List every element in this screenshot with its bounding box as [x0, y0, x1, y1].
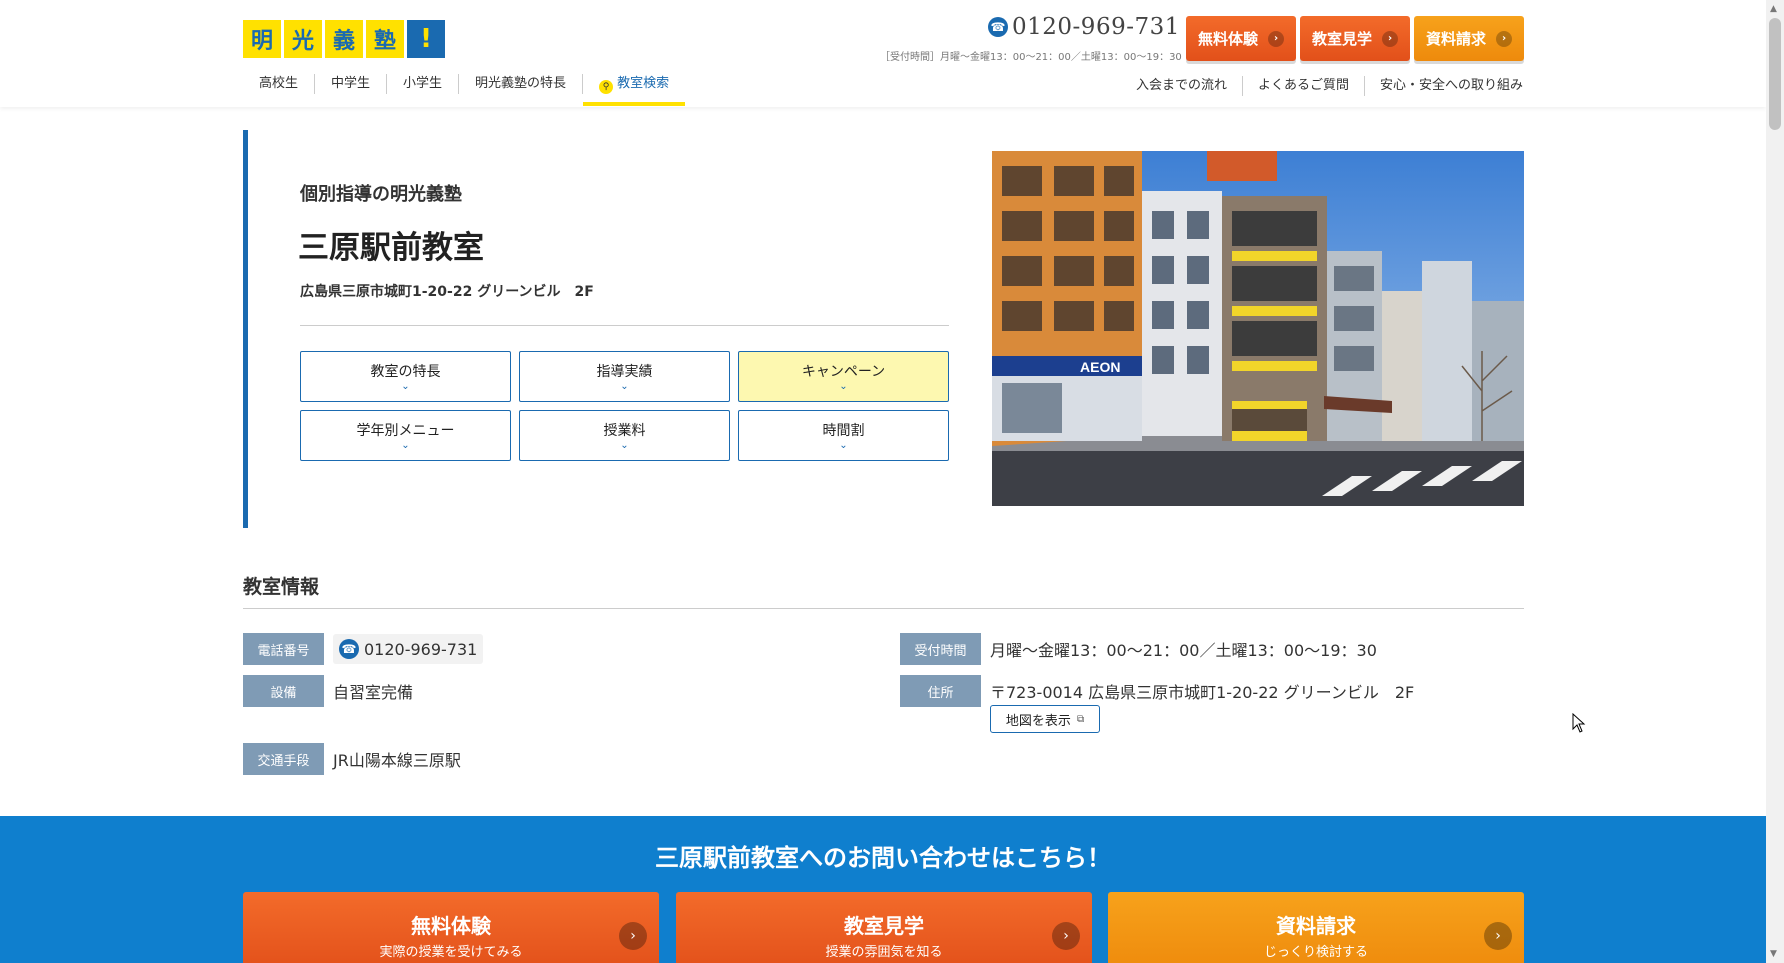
- phone-icon: ☎: [339, 639, 359, 659]
- chevron-down-icon: ⌄: [839, 381, 848, 392]
- scroll-down-arrow-icon[interactable]: ▼: [1770, 949, 1777, 959]
- anchor-label: 学年別メニュー: [356, 423, 455, 439]
- logo-char: 塾: [366, 20, 404, 58]
- chevron-right-icon: ›: [1484, 922, 1512, 950]
- chevron-right-icon: ›: [1052, 922, 1080, 950]
- free-trial-label: 無料体験: [1197, 30, 1258, 48]
- nav-item-junior-high[interactable]: 中学生: [314, 74, 386, 94]
- chevron-down-icon: ⌄: [839, 440, 848, 451]
- cta-main-label: 無料体験: [411, 914, 491, 938]
- cta-sub-label: 授業の雰囲気を知る: [825, 945, 943, 960]
- anchor-label: 教室の特長: [370, 364, 441, 380]
- cta-classroom-visit-button[interactable]: 教室見学 授業の雰囲気を知る ›: [676, 892, 1092, 963]
- cta-main-label: 資料請求: [1276, 914, 1356, 938]
- logo-char: 義: [325, 20, 363, 58]
- nav-item-faq[interactable]: よくあるご質問: [1241, 76, 1364, 96]
- transport-tag: 交通手段: [243, 743, 324, 775]
- classroom-visit-label: 教室見学: [1311, 30, 1372, 48]
- chevron-right-icon: ›: [619, 922, 647, 950]
- request-materials-label: 資料請求: [1425, 30, 1486, 48]
- sub-nav: 入会までの流れ よくあるご質問 安心・安全への取り組み: [1121, 76, 1523, 96]
- cta-main-label: 教室見学: [844, 914, 924, 938]
- site-logo[interactable]: 明 光 義 塾 !: [243, 20, 445, 58]
- chevron-down-icon: ⌄: [620, 381, 629, 392]
- divider: [243, 608, 1524, 609]
- classroom-visit-button[interactable]: 教室見学 ›: [1300, 16, 1410, 61]
- anchor-grade-menu[interactable]: 学年別メニュー ⌄: [300, 410, 511, 461]
- mouse-cursor-icon: [1572, 713, 1586, 733]
- divider: [300, 325, 949, 326]
- chevron-down-icon: ⌄: [401, 381, 410, 392]
- hours-tag: 受付時間: [900, 633, 981, 665]
- nav-item-classroom-search-label: 教室検索: [617, 76, 670, 91]
- address-tag: 住所: [900, 675, 981, 707]
- phone-icon: ☎: [988, 17, 1008, 37]
- address-value: 〒723-0014 広島県三原市城町1-20-22 グリーンビル 2F: [990, 683, 1415, 702]
- anchor-label: 時間割: [822, 423, 865, 439]
- section-anchor-menu: 教室の特長 ⌄ 指導実績 ⌄ キャンペーン ⌄ 学年別メニュー ⌄ 授業料 ⌄ …: [300, 351, 949, 461]
- aeon-sign: AEON: [1080, 359, 1120, 375]
- header-hours-note: ［受付時間］月曜～金曜13：00～21：00／土曜13：00～19：30: [880, 52, 1182, 63]
- scroll-up-arrow-icon[interactable]: ▲: [1770, 4, 1777, 14]
- nav-item-enrollment-flow[interactable]: 入会までの流れ: [1121, 76, 1242, 96]
- chevron-down-icon: ⌄: [401, 440, 410, 451]
- header-phone-number: 0120-969-731: [1012, 14, 1180, 40]
- info-section-title: 教室情報: [243, 576, 320, 598]
- show-map-label: 地図を表示: [1005, 713, 1071, 729]
- transport-value: JR山陽本線三原駅: [333, 751, 461, 770]
- classroom-phone-number: 0120-969-731: [364, 639, 478, 659]
- external-link-icon: ⧉: [1076, 713, 1085, 725]
- anchor-timetable[interactable]: 時間割 ⌄: [738, 410, 949, 461]
- anchor-results[interactable]: 指導実績 ⌄: [519, 351, 730, 402]
- chevron-right-icon: ›: [1496, 30, 1512, 47]
- cta-title: 三原駅前教室へのお問い合わせはこちら！: [655, 844, 1111, 872]
- cta-sub-label: 実際の授業を受けてみる: [379, 945, 523, 960]
- facility-value: 自習室完備: [333, 683, 414, 702]
- chevron-right-icon: ›: [1268, 30, 1284, 47]
- free-trial-button[interactable]: 無料体験 ›: [1186, 16, 1296, 61]
- cta-request-materials-button[interactable]: 資料請求 じっくり検討する ›: [1108, 892, 1524, 963]
- contact-cta-section: 三原駅前教室へのお問い合わせはこちら！ 無料体験 実際の授業を受けてみる › 教…: [0, 816, 1766, 963]
- nav-item-elementary[interactable]: 小学生: [386, 74, 458, 94]
- chevron-down-icon: ⌄: [620, 440, 629, 451]
- page-scrollbar[interactable]: ▲ ▼: [1766, 0, 1784, 963]
- search-icon: ⚲: [599, 80, 614, 94]
- page-title: 三原駅前教室: [298, 230, 484, 266]
- site-header: 明 光 義 塾 ! ☎ 0120-969-731 ［受付時間］月曜～金曜13：0…: [0, 0, 1766, 107]
- nav-item-safety[interactable]: 安心・安全への取り組み: [1363, 76, 1523, 96]
- cta-free-trial-button[interactable]: 無料体験 実際の授業を受けてみる ›: [243, 892, 659, 963]
- classroom-building-photo: AEON: [992, 151, 1524, 506]
- anchor-label: キャンペーン: [801, 364, 886, 380]
- nav-item-high-school[interactable]: 高校生: [243, 74, 314, 94]
- main-nav: 高校生 中学生 小学生 明光義塾の特長 ⚲ 教室検索: [243, 74, 686, 106]
- nav-item-features[interactable]: 明光義塾の特長: [458, 74, 582, 94]
- request-materials-button[interactable]: 資料請求 ›: [1414, 16, 1524, 61]
- header-phone[interactable]: ☎ 0120-969-731: [988, 14, 1180, 40]
- nav-item-classroom-search[interactable]: ⚲ 教室検索: [582, 74, 686, 106]
- anchor-label: 授業料: [603, 423, 646, 439]
- hero-accent-bar: [243, 130, 248, 528]
- hero-subtitle: 個別指導の明光義塾: [300, 184, 462, 205]
- scrollbar-thumb[interactable]: [1769, 18, 1781, 130]
- phone-tag: 電話番号: [243, 633, 324, 665]
- hours-value: 月曜～金曜13：00～21：00／土曜13：00～19：30: [990, 641, 1377, 660]
- chevron-right-icon: ›: [1382, 30, 1398, 47]
- show-map-button[interactable]: 地図を表示 ⧉: [990, 705, 1100, 733]
- logo-exclamation: !: [407, 20, 445, 58]
- cta-sub-label: じっくり検討する: [1263, 945, 1368, 960]
- anchor-label: 指導実績: [596, 364, 653, 380]
- logo-char: 明: [243, 20, 281, 58]
- facility-tag: 設備: [243, 675, 324, 707]
- anchor-campaign[interactable]: キャンペーン ⌄: [738, 351, 949, 402]
- hero-address: 広島県三原市城町1-20-22 グリーンビル 2F: [300, 284, 594, 300]
- anchor-classroom-features[interactable]: 教室の特長 ⌄: [300, 351, 511, 402]
- anchor-tuition[interactable]: 授業料 ⌄: [519, 410, 730, 461]
- logo-char: 光: [284, 20, 322, 58]
- classroom-phone-link[interactable]: ☎ 0120-969-731: [333, 634, 484, 664]
